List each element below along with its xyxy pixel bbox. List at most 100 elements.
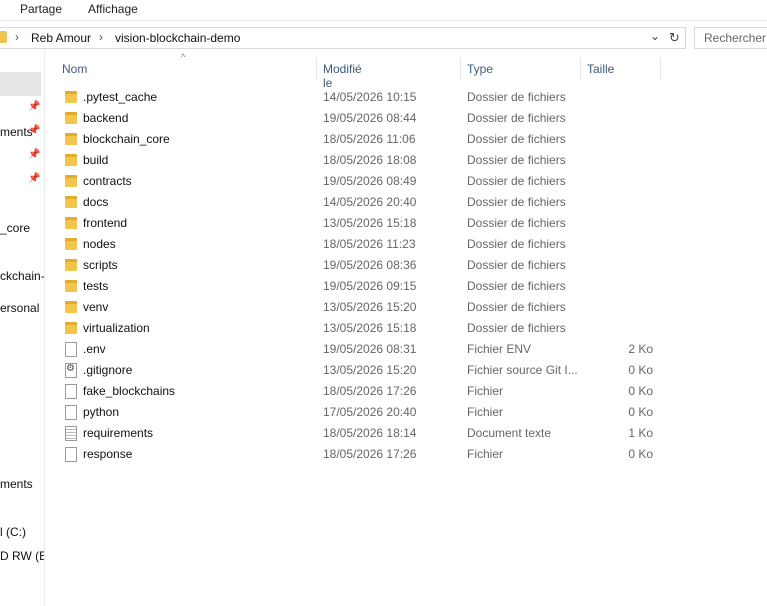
- file-row[interactable]: .env 19/05/2026 08:31 Fichier ENV 2 Ko: [59, 339, 659, 360]
- file-size: 2 Ko: [628, 342, 653, 356]
- file-date: 19/05/2026 08:36: [323, 258, 417, 272]
- pin-icon: 📌: [28, 149, 41, 160]
- folder-icon: [65, 259, 77, 271]
- column-divider[interactable]: [460, 58, 461, 80]
- file-type: Dossier de fichiers: [467, 237, 566, 251]
- folder-icon: [65, 217, 77, 229]
- file-row[interactable]: frontend 13/05/2026 15:18 Dossier de fichi…: [59, 213, 659, 234]
- file-date: 13/05/2026 15:20: [323, 363, 417, 377]
- file-type: Dossier de fichiers: [467, 111, 566, 125]
- file-name: .gitignore: [83, 363, 133, 377]
- file-date: 19/05/2026 08:44: [323, 111, 417, 125]
- file-date: 13/05/2026 15:18: [323, 216, 417, 230]
- file-size: 0 Ko: [628, 405, 653, 419]
- file-name: fake_blockchains: [83, 384, 176, 398]
- file-type: Dossier de fichiers: [467, 321, 566, 335]
- tab-partage[interactable]: Partage: [20, 2, 62, 16]
- file-row[interactable]: virtualization 13/05/2026 15:18 Dossier de…: [59, 318, 659, 339]
- file-name: nodes: [83, 237, 116, 251]
- file-row[interactable]: nodes 18/05/2026 11:23 Dossier de fichiers: [59, 234, 659, 255]
- file-name: .env: [83, 342, 106, 356]
- file-name: frontend: [83, 216, 128, 230]
- file-row[interactable]: blockchain_core 18/05/2026 11:06 Dossier d…: [59, 129, 659, 150]
- file-row[interactable]: fake_blockchains 18/05/2026 17:26 Fichier 0…: [59, 381, 659, 402]
- file-date: 14/05/2026 10:15: [323, 90, 417, 104]
- file-date: 18/05/2026 18:08: [323, 153, 417, 167]
- breadcrumb-reb-amour[interactable]: Reb Amour: [31, 31, 91, 45]
- file-name: venv: [83, 300, 109, 314]
- tab-affichage[interactable]: Affichage: [88, 2, 138, 16]
- nav-selected-item[interactable]: [0, 72, 41, 96]
- file-name: python: [83, 405, 120, 419]
- folder-icon: [65, 322, 77, 334]
- file-name: backend: [83, 111, 129, 125]
- file-row[interactable]: docs 14/05/2026 20:40 Dossier de fichiers: [59, 192, 659, 213]
- file-row[interactable]: backend 19/05/2026 08:44 Dossier de fichie…: [59, 108, 659, 129]
- file-name: response: [83, 447, 133, 461]
- file-name: requirements: [83, 426, 154, 440]
- folder-icon: [0, 31, 7, 43]
- file-name: scripts: [83, 258, 118, 272]
- file-icon: [65, 384, 77, 399]
- file-date: 18/05/2026 18:14: [323, 426, 417, 440]
- folder-icon: [65, 91, 77, 103]
- file-row[interactable]: tests 19/05/2026 09:15 Dossier de fichiers: [59, 276, 659, 297]
- file-row[interactable]: scripts 19/05/2026 08:36 Dossier de fichie…: [59, 255, 659, 276]
- chevron-right-icon[interactable]: ›: [15, 30, 19, 44]
- search-input[interactable]: Rechercher: [694, 27, 767, 49]
- breadcrumb-vision-blockchain-demo[interactable]: vision-blockchain-demo: [115, 31, 240, 45]
- file-type: Dossier de fichiers: [467, 258, 566, 272]
- file-date: 14/05/2026 20:40: [323, 195, 417, 209]
- file-row[interactable]: contracts 19/05/2026 08:49 Dossier de fich…: [59, 171, 659, 192]
- file-row[interactable]: venv 13/05/2026 15:20 Dossier de fichiers: [59, 297, 659, 318]
- chevron-right-icon[interactable]: ›: [99, 30, 103, 44]
- file-date: 13/05/2026 15:18: [323, 321, 417, 335]
- column-divider[interactable]: [580, 58, 581, 80]
- file-date: 13/05/2026 15:20: [323, 300, 417, 314]
- nav-item-drive-e[interactable]: D RW (E:: [0, 549, 44, 563]
- pin-icon: 📌: [28, 101, 41, 112]
- file-type: Dossier de fichiers: [467, 174, 566, 188]
- file-row[interactable]: response 18/05/2026 17:26 Fichier 0 Ko: [59, 444, 659, 465]
- file-row[interactable]: .gitignore 13/05/2026 15:20 Fichier source…: [59, 360, 659, 381]
- nav-item[interactable]: ersonal: [0, 301, 39, 315]
- file-type: Fichier: [467, 447, 504, 461]
- file-row[interactable]: requirements 18/05/2026 18:14 Document tex…: [59, 423, 659, 444]
- folder-icon: [65, 301, 77, 313]
- refresh-button[interactable]: ↻: [664, 27, 686, 49]
- nav-item-drive-c[interactable]: l (C:): [0, 525, 26, 539]
- column-divider[interactable]: [316, 58, 317, 80]
- file-row[interactable]: .pytest_cache 14/05/2026 10:15 Dossier de …: [59, 87, 659, 108]
- address-bar[interactable]: › Reb Amour › vision-blockchain-demo ⌄: [0, 27, 665, 49]
- file-name: virtualization: [83, 321, 150, 335]
- file-date: 18/05/2026 17:26: [323, 384, 417, 398]
- file-icon: [65, 405, 77, 420]
- file-type: Fichier: [467, 384, 504, 398]
- file-type: Dossier de fichiers: [467, 153, 566, 167]
- pin-icon: 📌: [28, 173, 41, 184]
- file-type: Dossier de fichiers: [467, 90, 566, 104]
- search-placeholder: Rechercher: [704, 31, 767, 45]
- sort-up-icon: ^: [181, 52, 186, 62]
- file-size: 0 Ko: [628, 447, 653, 461]
- nav-item[interactable]: ckchain-d: [0, 269, 44, 283]
- file-type: Dossier de fichiers: [467, 195, 566, 209]
- file-name: .pytest_cache: [83, 90, 158, 104]
- file-icon: [65, 447, 77, 462]
- file-row[interactable]: python 17/05/2026 20:40 Fichier 0 Ko: [59, 402, 659, 423]
- chevron-down-icon[interactable]: ⌄: [650, 29, 660, 43]
- navigation-pane: 📌 ments 📌 📌 📌 _core ckchain-d ersonal me…: [0, 50, 45, 606]
- column-divider[interactable]: [660, 58, 661, 80]
- folder-icon: [65, 112, 77, 124]
- folder-icon: [65, 133, 77, 145]
- file-type: Dossier de fichiers: [467, 300, 566, 314]
- file-row[interactable]: build 18/05/2026 18:08 Dossier de fichiers: [59, 150, 659, 171]
- nav-item[interactable]: ments: [0, 477, 33, 491]
- file-name: blockchain_core: [83, 132, 170, 146]
- file-type: Fichier ENV: [467, 342, 532, 356]
- folder-icon: [65, 238, 77, 250]
- nav-item[interactable]: _core: [0, 221, 30, 235]
- file-size: 1 Ko: [628, 426, 653, 440]
- folder-icon: [65, 196, 77, 208]
- file-type: Document texte: [467, 426, 552, 440]
